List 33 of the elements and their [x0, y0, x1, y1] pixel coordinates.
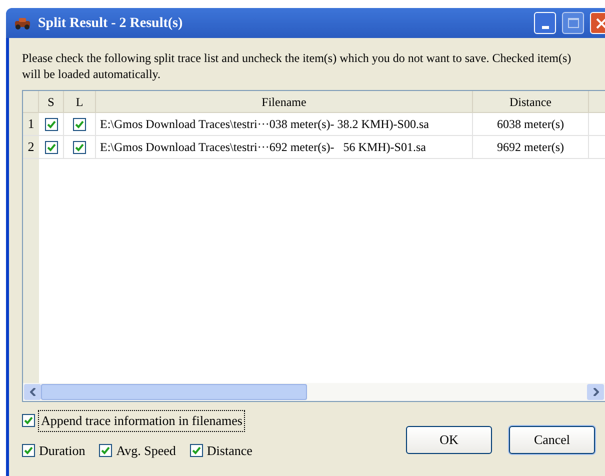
scroll-left-button[interactable] [24, 384, 41, 400]
checkbox[interactable] [73, 140, 86, 154]
scroll-right-button[interactable] [587, 384, 604, 400]
row-number: 2 [23, 136, 39, 158]
checkbox[interactable] [22, 414, 35, 428]
table-cell: E:\Gmos Download Traces\testri···692 meter(s)- 56 KMH)-S01.sa [96, 136, 473, 158]
option-label: Avg. Speed [116, 442, 176, 460]
checkbox[interactable] [22, 444, 35, 457]
car-icon [14, 16, 32, 30]
row-number: 1 [23, 113, 39, 135]
close-icon [596, 18, 605, 28]
scroll-thumb[interactable] [41, 384, 307, 400]
table-cell: E:\Gmos Download Traces\testri···038 meter(s)- 38.2 KMH)-S00.sa [96, 113, 473, 135]
checkbox[interactable] [73, 118, 86, 130]
instruction-text: Please check the following split trace list and uncheck the item(s) which you do not want to save. Checked item(s) will be loaded automatically. [22, 50, 572, 82]
table-cell: 9692 meter(s) [473, 136, 589, 158]
option-label: Distance [206, 442, 252, 460]
checkbox[interactable] [44, 118, 58, 130]
checkbox[interactable] [99, 444, 112, 457]
column-header[interactable]: S [39, 91, 64, 112]
ok-button[interactable]: OK [406, 426, 492, 454]
checkbox[interactable] [44, 140, 58, 154]
horizontal-scrollbar[interactable] [23, 383, 605, 401]
window-title: Split Result - 2 Result(s) [38, 14, 184, 32]
column-header[interactable]: Filename [96, 91, 473, 112]
option-label: Duration [39, 442, 86, 460]
checkbox[interactable] [190, 444, 203, 457]
column-header[interactable]: L [64, 91, 96, 112]
cancel-button[interactable]: Cancel [509, 426, 595, 454]
minimize-button[interactable] [534, 12, 556, 34]
option-label: Append trace information in filenames [38, 410, 246, 432]
column-header[interactable]: Distance [473, 91, 589, 112]
table-cell: 6038 meter(s) [473, 113, 589, 135]
